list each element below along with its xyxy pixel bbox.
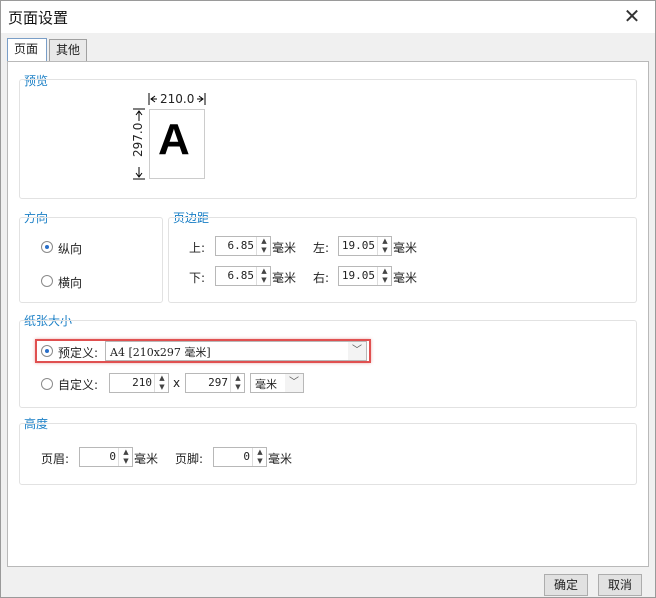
close-icon[interactable]: ✕: [611, 1, 653, 33]
stepper-down-icon[interactable]: ▼: [378, 276, 392, 285]
stepper-up-icon[interactable]: ▲: [378, 267, 392, 276]
orientation-group: [19, 217, 163, 303]
cancel-button[interactable]: 取消: [598, 574, 642, 596]
stepper-down-icon[interactable]: ▼: [253, 457, 267, 466]
chevron-down-icon[interactable]: ﹀: [348, 342, 366, 360]
landscape-radio[interactable]: [41, 275, 53, 287]
stepper-down-icon[interactable]: ▼: [155, 383, 169, 392]
stepper-down-icon[interactable]: ▼: [231, 383, 245, 392]
margin-top-unit: 毫米: [272, 241, 297, 255]
custom-width-stepper[interactable]: 210 ▲ ▼: [109, 373, 169, 393]
footer-label: 页脚:: [175, 452, 204, 466]
tab-page[interactable]: 页面: [7, 38, 47, 61]
custom-height-stepper[interactable]: 297 ▲ ▼: [185, 373, 245, 393]
portrait-radio[interactable]: [41, 241, 53, 253]
stepper-down-icon[interactable]: ▼: [257, 276, 271, 285]
title-bar: 页面设置 ✕: [1, 1, 655, 33]
unit-select[interactable]: 毫米 ﹀: [250, 373, 304, 393]
paper-size-group: [19, 320, 637, 408]
stepper-up-icon[interactable]: ▲: [119, 448, 133, 457]
margin-right-unit: 毫米: [393, 271, 418, 285]
stepper-up-icon[interactable]: ▲: [257, 237, 271, 246]
preview-height-label: 297.0: [131, 122, 145, 157]
portrait-label[interactable]: 纵向: [58, 240, 82, 257]
footer-unit: 毫米: [268, 452, 293, 466]
stepper-down-icon[interactable]: ▼: [257, 246, 271, 255]
predefined-label[interactable]: 预定义:: [58, 344, 98, 361]
custom-x-label: x: [173, 376, 181, 390]
margin-top-stepper[interactable]: 6.85 ▲ ▼: [215, 236, 271, 256]
header-label: 页眉:: [41, 452, 70, 466]
stepper-up-icon[interactable]: ▲: [155, 374, 169, 383]
header-unit: 毫米: [134, 452, 159, 466]
footer-height-stepper[interactable]: 0 ▲ ▼: [213, 447, 267, 467]
margin-left-label: 左:: [313, 241, 330, 255]
ok-button[interactable]: 确定: [544, 574, 588, 596]
landscape-label[interactable]: 横向: [58, 274, 82, 291]
custom-label[interactable]: 自定义:: [58, 376, 98, 393]
stepper-up-icon[interactable]: ▲: [231, 374, 245, 383]
chevron-down-icon[interactable]: ﹀: [285, 374, 303, 392]
margin-right-label: 右:: [313, 271, 330, 285]
margin-top-label: 上:: [189, 241, 206, 255]
stepper-up-icon[interactable]: ▲: [253, 448, 267, 457]
preview-letter: A: [158, 115, 190, 164]
tab-other[interactable]: 其他: [49, 39, 87, 61]
dialog-title: 页面设置: [8, 9, 69, 27]
margins-group: [168, 217, 637, 303]
margin-right-stepper[interactable]: 19.05 ▲ ▼: [338, 266, 392, 286]
margin-left-stepper[interactable]: 19.05 ▲ ▼: [338, 236, 392, 256]
stepper-up-icon[interactable]: ▲: [378, 237, 392, 246]
predefined-radio[interactable]: [41, 345, 53, 357]
margin-bottom-unit: 毫米: [272, 271, 297, 285]
margin-bottom-label: 下:: [189, 271, 206, 285]
margin-left-unit: 毫米: [393, 241, 418, 255]
stepper-down-icon[interactable]: ▼: [119, 457, 133, 466]
preview-width-label: 210.0: [160, 92, 195, 106]
header-height-stepper[interactable]: 0 ▲ ▼: [79, 447, 133, 467]
predefined-paper-select[interactable]: A4 [210x297 毫米] ﹀: [105, 341, 367, 361]
stepper-up-icon[interactable]: ▲: [257, 267, 271, 276]
custom-radio[interactable]: [41, 378, 53, 390]
margin-bottom-stepper[interactable]: 6.85 ▲ ▼: [215, 266, 271, 286]
page-setup-dialog: 页面设置 ✕ 页面 其他 预览 210.0 297.0 A 方向 纵向 横向 页…: [0, 0, 656, 598]
preview-group: [19, 79, 637, 199]
stepper-down-icon[interactable]: ▼: [378, 246, 392, 255]
